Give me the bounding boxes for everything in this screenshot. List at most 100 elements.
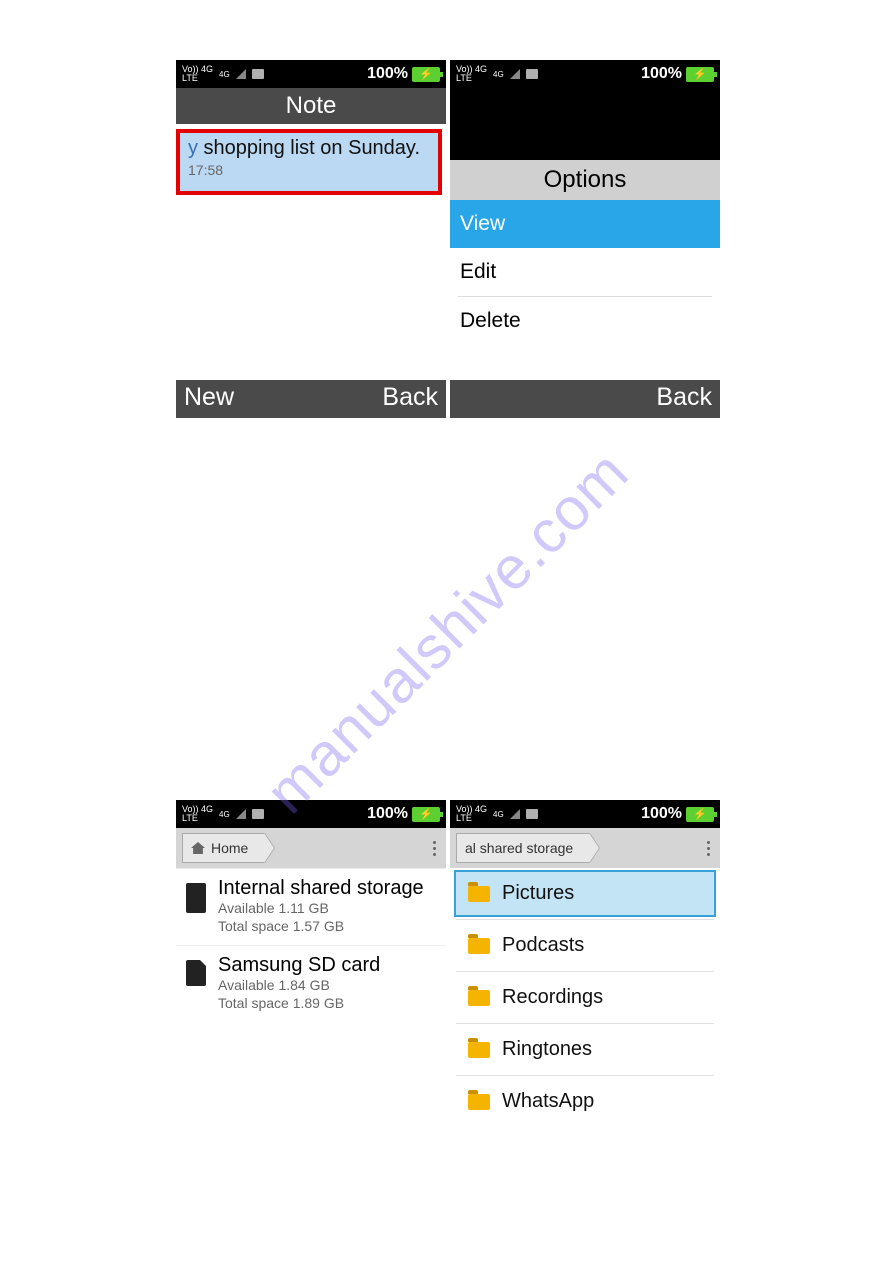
overflow-menu-icon[interactable] — [429, 837, 440, 860]
breadcrumb-label: al shared storage — [465, 840, 573, 856]
black-spacer — [450, 88, 720, 160]
folder-icon — [468, 1042, 490, 1058]
options-header: Options — [450, 160, 720, 200]
network-label: Vo)) 4G LTE — [182, 65, 213, 83]
charging-icon: ⚡ — [419, 68, 433, 81]
network-sup: 4G — [493, 70, 504, 79]
status-right: 100% ⚡ — [641, 805, 714, 823]
breadcrumb-storage[interactable]: al shared storage — [456, 833, 590, 863]
network-bot: LTE — [182, 74, 213, 83]
signal-icon — [236, 69, 246, 79]
folder-pictures[interactable]: Pictures — [454, 870, 716, 917]
status-bar: Vo)) 4G LTE 4G 100% ⚡ — [450, 800, 720, 828]
charging-icon: ⚡ — [419, 808, 433, 821]
note-prefix: y — [188, 137, 198, 159]
signal-icon — [236, 809, 246, 819]
storage-available: Available 1.11 GB — [218, 899, 424, 917]
folder-podcasts[interactable]: Podcasts — [454, 922, 716, 969]
separator — [456, 919, 714, 920]
network-bot: LTE — [182, 814, 213, 823]
status-left: Vo)) 4G LTE 4G — [456, 65, 538, 83]
breadcrumb-bar: al shared storage — [450, 828, 720, 868]
sdcard-icon — [186, 960, 206, 986]
separator — [456, 1075, 714, 1076]
storage-name: Samsung SD card — [218, 956, 380, 974]
network-sup: 4G — [219, 810, 230, 819]
softkey-new[interactable]: New — [184, 383, 234, 415]
status-left: Vo)) 4G LTE 4G — [182, 65, 264, 83]
status-right: 100% ⚡ — [367, 805, 440, 823]
storage-name: Internal shared storage — [218, 879, 424, 897]
home-icon — [191, 842, 205, 854]
folder-name: Recordings — [502, 986, 603, 1009]
storage-texts: Internal shared storage Available 1.11 G… — [218, 879, 424, 935]
softkey-back[interactable]: Back — [656, 383, 712, 415]
status-right: 100% ⚡ — [641, 65, 714, 83]
breadcrumb-bar: Home — [176, 828, 446, 868]
folder-icon — [468, 938, 490, 954]
battery-icon: ⚡ — [686, 67, 714, 82]
note-item-title: y shopping list on Sunday. — [188, 137, 430, 160]
note-text: shopping list on Sunday. — [198, 137, 420, 159]
screenshot-folder-list: Vo)) 4G LTE 4G 100% ⚡ al shared storage … — [450, 800, 720, 1170]
network-bot: LTE — [456, 74, 487, 83]
softkey-bar: New Back — [176, 380, 446, 418]
screenshot-options-menu: Vo)) 4G LTE 4G 100% ⚡ Options View Edit … — [450, 60, 720, 418]
softkey-bar: Back — [450, 380, 720, 418]
signal-icon — [510, 809, 520, 819]
folder-ringtones[interactable]: Ringtones — [454, 1026, 716, 1073]
folder-name: Podcasts — [502, 934, 584, 957]
softkey-back[interactable]: Back — [382, 383, 438, 415]
battery-percent: 100% — [367, 65, 408, 83]
folder-recordings[interactable]: Recordings — [454, 974, 716, 1021]
battery-percent: 100% — [641, 65, 682, 83]
signal-icon — [510, 69, 520, 79]
picture-icon — [252, 69, 264, 79]
folder-icon — [468, 1094, 490, 1110]
status-left: Vo)) 4G LTE 4G — [182, 805, 264, 823]
network-sup: 4G — [493, 810, 504, 819]
storage-sdcard[interactable]: Samsung SD card Available 1.84 GB Total … — [176, 945, 446, 1022]
charging-icon: ⚡ — [693, 808, 707, 821]
note-title-bar: Note — [176, 88, 446, 124]
network-sup: 4G — [219, 70, 230, 79]
battery-percent: 100% — [367, 805, 408, 823]
storage-texts: Samsung SD card Available 1.84 GB Total … — [218, 956, 380, 1012]
charging-icon: ⚡ — [693, 68, 707, 81]
network-label: Vo)) 4G LTE — [182, 805, 213, 823]
network-bot: LTE — [456, 814, 487, 823]
battery-percent: 100% — [641, 805, 682, 823]
status-bar: Vo)) 4G LTE 4G 100% ⚡ — [176, 800, 446, 828]
folder-icon — [468, 990, 490, 1006]
option-edit[interactable]: Edit — [450, 248, 720, 296]
folder-icon — [468, 886, 490, 902]
picture-icon — [526, 809, 538, 819]
option-delete[interactable]: Delete — [450, 297, 720, 345]
status-bar: Vo)) 4G LTE 4G 100% ⚡ — [450, 60, 720, 88]
battery-icon: ⚡ — [686, 807, 714, 822]
storage-total: Total space 1.89 GB — [218, 994, 380, 1012]
storage-internal[interactable]: Internal shared storage Available 1.11 G… — [176, 868, 446, 945]
note-item-time: 17:58 — [188, 162, 430, 178]
battery-icon: ⚡ — [412, 807, 440, 822]
option-view[interactable]: View — [450, 200, 720, 248]
folder-whatsapp[interactable]: WhatsApp — [454, 1078, 716, 1125]
status-bar: Vo)) 4G LTE 4G 100% ⚡ — [176, 60, 446, 88]
separator — [456, 1023, 714, 1024]
breadcrumb-home[interactable]: Home — [182, 833, 265, 863]
folder-name: Pictures — [502, 882, 574, 905]
picture-icon — [526, 69, 538, 79]
picture-icon — [252, 809, 264, 819]
screenshot-file-manager-home: Vo)) 4G LTE 4G 100% ⚡ Home Internal shar… — [176, 800, 446, 1170]
breadcrumb-label: Home — [211, 840, 248, 856]
watermark-text: manualshive.com — [252, 437, 642, 827]
phone-storage-icon — [186, 883, 206, 913]
storage-available: Available 1.84 GB — [218, 976, 380, 994]
overflow-menu-icon[interactable] — [703, 837, 714, 860]
folder-name: WhatsApp — [502, 1090, 594, 1113]
network-label: Vo)) 4G LTE — [456, 65, 487, 83]
note-list-item[interactable]: y shopping list on Sunday. 17:58 — [176, 129, 442, 195]
status-left: Vo)) 4G LTE 4G — [456, 805, 538, 823]
screenshot-note-list: Vo)) 4G LTE 4G 100% ⚡ Note y shopping li… — [176, 60, 446, 418]
battery-icon: ⚡ — [412, 67, 440, 82]
